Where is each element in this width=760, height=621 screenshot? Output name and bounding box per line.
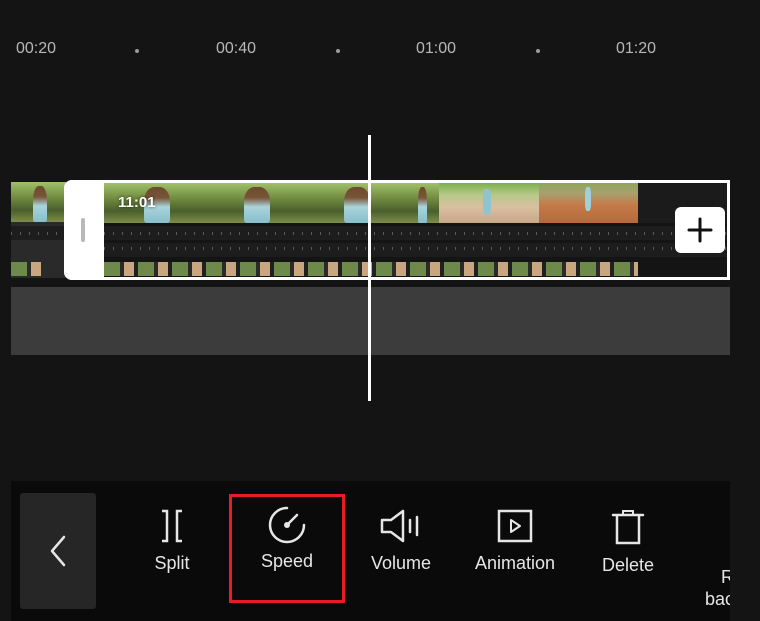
waveform-strip (104, 243, 727, 257)
ruler-dot (135, 49, 139, 53)
play-square-icon (497, 509, 533, 543)
speaker-icon (380, 509, 419, 543)
time-ruler: 00:20 00:40 01:00 01:20 (0, 36, 760, 66)
edit-toolbar: Split Speed Volume Animation Delete R ba… (11, 481, 730, 621)
split-button[interactable]: Split (122, 509, 222, 589)
thumbnail-strip (104, 262, 638, 276)
clip-thumbnail (539, 183, 638, 223)
delete-button[interactable]: Delete (578, 509, 678, 589)
thumbnail-strip (11, 262, 41, 276)
handle-grip (81, 218, 85, 242)
playhead[interactable] (368, 135, 371, 401)
clip-thumbnail (439, 183, 539, 223)
add-clip-button[interactable] (675, 207, 725, 253)
animation-button[interactable]: Animation (465, 509, 565, 589)
clip-duration: 11:01 (118, 194, 156, 211)
clip-thumbnail (11, 182, 66, 222)
clip-thumbnail (204, 183, 304, 223)
back-button[interactable] (20, 493, 96, 609)
ruler-dot (336, 49, 340, 53)
volume-button[interactable]: Volume (351, 509, 451, 589)
ruler-label: 01:20 (616, 40, 657, 57)
speed-button[interactable]: Speed (237, 506, 337, 589)
waveform-strip (104, 226, 727, 240)
clip-thumbnail (304, 183, 404, 223)
split-icon (162, 509, 182, 543)
ruler-label: 00:40 (216, 40, 257, 57)
trash-icon (611, 510, 645, 545)
clip-thumbnail (404, 183, 439, 223)
ruler-dot (536, 49, 540, 53)
split-label: Split (154, 553, 190, 573)
chevron-left-icon (50, 535, 66, 567)
animation-label: Animation (474, 553, 556, 573)
ruler-label: 01:00 (416, 40, 457, 57)
speedometer-icon (268, 506, 306, 544)
partial-tool-label[interactable]: R (721, 567, 730, 588)
volume-label: Volume (370, 553, 432, 573)
delete-label: Delete (601, 555, 655, 575)
waveform-strip (11, 226, 66, 240)
previous-clip[interactable] (11, 182, 66, 278)
speed-label: Speed (260, 551, 314, 571)
plus-icon (687, 217, 713, 243)
ruler-label: 00:20 (16, 40, 57, 57)
video-timeline[interactable] (0, 178, 760, 286)
clip-trim-handle[interactable] (64, 180, 104, 280)
selected-clip[interactable] (64, 180, 730, 280)
partial-tool-label-line2[interactable]: bac (705, 589, 730, 610)
